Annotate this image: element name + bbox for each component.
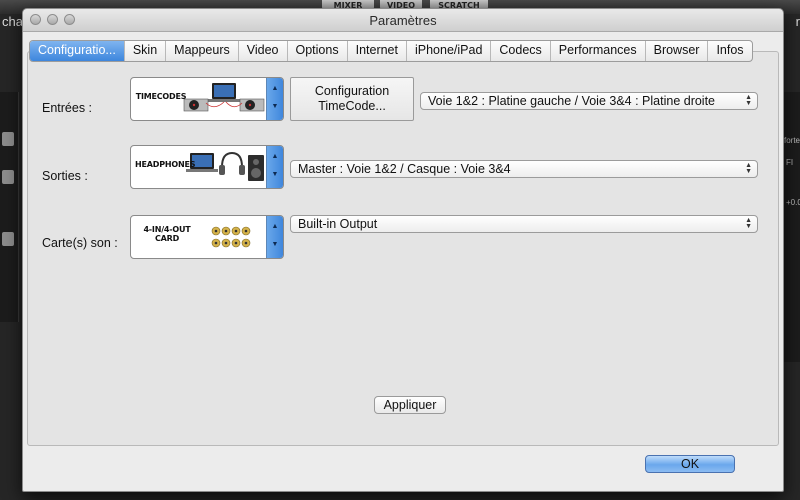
sound-card-selector[interactable]: 4-IN/4-OUT CARD ▲ ▼ [130, 215, 284, 259]
background-right-text: r [795, 14, 800, 29]
select-value: Built-in Output [298, 217, 378, 231]
tab-mappeurs[interactable]: Mappeurs [166, 41, 239, 61]
device-text: 4-IN/4-OUT CARD [135, 225, 199, 243]
ok-button[interactable]: OK [645, 455, 735, 473]
sound-card-select[interactable]: Built-in Output ▲ ▼ [290, 215, 758, 233]
device-text-line-1: 4-IN/4-OUT [143, 225, 191, 234]
button-line-1: Configuration [314, 84, 390, 98]
deck-control[interactable] [2, 232, 14, 246]
stepper-up-icon[interactable]: ▲ [267, 153, 283, 160]
tab-bar: Configuratio... Skin Mappeurs Video Opti… [29, 40, 753, 62]
chevron-up-down-icon: ▲ ▼ [745, 162, 752, 175]
button-line-2: TimeCode... [318, 99, 386, 113]
tab-video[interactable]: Video [239, 41, 288, 61]
select-value: Master : Voie 1&2 / Casque : Voie 3&4 [298, 162, 511, 176]
background-left-deck [0, 92, 19, 322]
device-stepper[interactable]: ▲ ▼ [266, 146, 283, 188]
output-device-selector[interactable]: HEADPHONES ▲ ▼ [130, 145, 284, 189]
input-routing-select[interactable]: Voie 1&2 : Platine gauche / Voie 3&4 : P… [420, 92, 758, 110]
tab-configuration[interactable]: Configuratio... [30, 41, 125, 61]
tab-browser[interactable]: Browser [646, 41, 709, 61]
right-deck-label: +0.0 [786, 198, 800, 207]
title-bar[interactable]: Paramètres [23, 9, 783, 32]
background-left-text: cha [2, 14, 23, 29]
tab-internet[interactable]: Internet [348, 41, 407, 61]
tab-iphone-ipad[interactable]: iPhone/iPad [407, 41, 492, 61]
chevron-up-down-icon: ▲ ▼ [745, 94, 752, 107]
apply-button[interactable]: Appliquer [374, 396, 446, 414]
deck-control[interactable] [2, 170, 14, 184]
settings-panel: Entrées : TIMECODES ▲ ▼ Configuration Ti… [27, 51, 779, 446]
stepper-down-icon[interactable]: ▼ [267, 171, 283, 178]
stepper-down-icon[interactable]: ▼ [267, 103, 283, 110]
tab-codecs[interactable]: Codecs [491, 41, 551, 61]
right-deck-label: FI [786, 158, 794, 167]
configure-timecode-button[interactable]: Configuration TimeCode... [290, 77, 414, 121]
input-device-selector[interactable]: TIMECODES ▲ ▼ [130, 77, 284, 121]
deck-control[interactable] [2, 132, 14, 146]
tab-options[interactable]: Options [288, 41, 348, 61]
stepper-down-icon[interactable]: ▼ [267, 241, 283, 248]
chevron-up-down-icon: ▲ ▼ [745, 217, 752, 230]
device-text: TIMECODES [135, 92, 187, 101]
select-value: Voie 1&2 : Platine gauche / Voie 3&4 : P… [428, 94, 716, 108]
preferences-dialog: Paramètres Entrées : TIMECODES ▲ ▼ Confi… [22, 8, 784, 492]
device-text-line-2: CARD [154, 234, 180, 243]
device-stepper[interactable]: ▲ ▼ [266, 78, 283, 120]
outputs-label: Sorties : [42, 169, 88, 183]
device-stepper[interactable]: ▲ ▼ [266, 216, 283, 258]
right-deck-label: fortef [784, 136, 800, 145]
stepper-up-icon[interactable]: ▲ [267, 223, 283, 230]
window-title: Paramètres [369, 13, 437, 28]
output-routing-select[interactable]: Master : Voie 1&2 / Casque : Voie 3&4 ▲ ▼ [290, 160, 758, 178]
inputs-label: Entrées : [42, 101, 93, 115]
tab-skin[interactable]: Skin [125, 41, 167, 61]
tab-infos[interactable]: Infos [708, 41, 751, 61]
tab-performances[interactable]: Performances [551, 41, 646, 61]
device-text: HEADPHONES [135, 160, 196, 169]
sound-card-label: Carte(s) son : [42, 236, 118, 250]
stepper-up-icon[interactable]: ▲ [267, 85, 283, 92]
